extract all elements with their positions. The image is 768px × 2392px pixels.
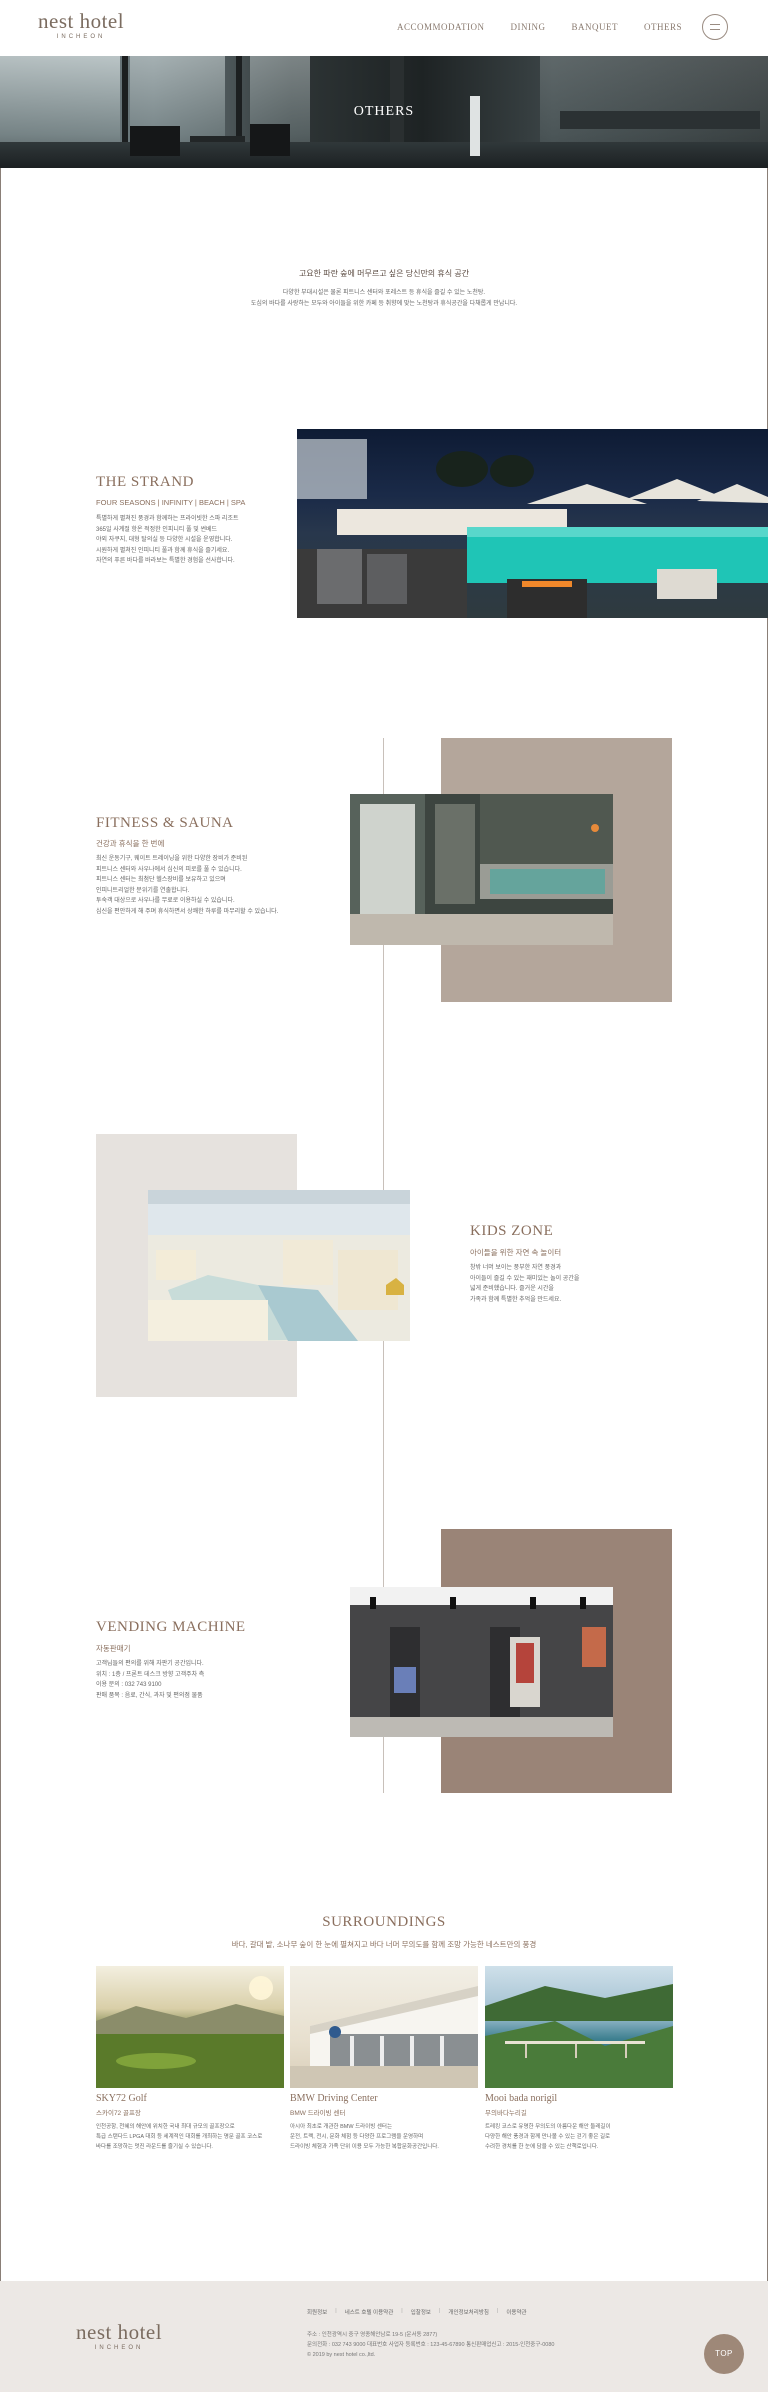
fitness-title: FITNESS & SAUNA xyxy=(96,815,234,831)
mooi-title: Mooi bada norigil xyxy=(485,2093,558,2104)
nav-accommodation[interactable]: ACCOMMODATION xyxy=(397,22,485,32)
main-nav: ACCOMMODATION DINING BANQUET OTHERS xyxy=(397,22,682,32)
scroll-top-button[interactable]: TOP xyxy=(704,2334,744,2374)
vending-subtitle: 자동판매기 xyxy=(96,1644,131,1653)
footer-logo[interactable]: nest hotel INCHEON xyxy=(76,2321,162,2351)
golf-photo xyxy=(96,1966,284,2088)
footer-link-separator: | xyxy=(401,2308,403,2314)
surroundings-subtitle: 바다, 갈대 밭, 소나무 숲이 한 눈에 펼쳐지고 바다 너머 무의도를 함께… xyxy=(231,1940,537,1949)
surrounding-card-golf[interactable]: SKY72 Golf 스카이72 골프장 인천공항, 천혜의 해안에 위치한 국… xyxy=(96,1966,284,2152)
hamburger-menu-icon[interactable] xyxy=(702,14,728,40)
nav-others[interactable]: OTHERS xyxy=(644,22,682,32)
logo[interactable]: nest hotel INCHEON xyxy=(38,10,124,40)
golf-subtitle: 스카이72 골프장 xyxy=(96,2110,141,2117)
intro-line: 도심의 바다를 사랑하는 모두와 아이들을 위한 카페 등 취향에 맞는 노천탕… xyxy=(250,301,518,307)
intro-title: 고요한 파란 숲에 머무르고 싶은 당신만의 휴식 공간 xyxy=(298,269,470,278)
surrounding-card-bmw[interactable]: BMW Driving Center BMW 드라이빙 센터 아시아 최초로 개… xyxy=(290,1966,478,2152)
kids-zone-photo xyxy=(148,1190,410,1341)
bmw-description: 아시아 최초로 개관한 BMW 드라이빙 센터는 운전, 트랙, 전시, 문화 … xyxy=(290,2124,439,2150)
kids-description: 창밖 너머 보이는 풍부한 자연 풍경과 아이들이 즐길 수 있는 재미있는 놀… xyxy=(470,1265,580,1303)
fitness-subtitle: 건강과 휴식을 한 번에 xyxy=(96,839,165,848)
kids-subtitle: 아이들을 위한 자연 속 놀이터 xyxy=(470,1248,562,1257)
site-header: nest hotel INCHEON ACCOMMODATION DINING … xyxy=(0,0,768,57)
golf-title: SKY72 Golf xyxy=(96,2093,147,2104)
mooi-trail-photo xyxy=(485,1966,673,2088)
footer-link-separator: | xyxy=(496,2308,499,2314)
bmw-title: BMW Driving Center xyxy=(290,2093,378,2104)
logo-text: nest hotel xyxy=(38,9,125,33)
intro-section: 고요한 파란 숲에 머무르고 싶은 당신만의 휴식 공간 다양한 부대시설은 물… xyxy=(0,268,768,310)
strand-description: 특별하게 펼쳐진 풍경과 함께하는 프라이빗한 스파 리조트 365일 사계절 … xyxy=(96,516,239,564)
strand-photo xyxy=(297,429,768,618)
site-footer: nest hotel INCHEON 회원정보 | 네스트 호텔 이용약관 | … xyxy=(0,2281,768,2392)
footer-logo-subtext: INCHEON xyxy=(94,2345,144,2351)
nav-banquet[interactable]: BANQUET xyxy=(571,22,618,32)
mooi-subtitle: 무의바다누리길 xyxy=(485,2110,527,2117)
hero-title: OTHERS xyxy=(353,104,415,119)
mooi-description: 트레킹 코스로 유명한 무의도의 아름다운 해안 둘레길이 다양한 해안 풍경과… xyxy=(485,2124,611,2150)
footer-link-bid[interactable]: 입찰정보 xyxy=(411,2308,431,2316)
intro-line: 다양한 부대시설은 물론 피트니스 센터와 포레스트 등 휴식을 즐길 수 있는… xyxy=(282,290,486,296)
strand-subtitle: FOUR SEASONS | INFINITY | BEACH | SPA xyxy=(96,498,246,507)
bmw-subtitle: BMW 드라이빙 센터 xyxy=(290,2110,346,2117)
footer-link-separator: | xyxy=(335,2308,337,2314)
footer-link-separator: | xyxy=(438,2308,441,2314)
kids-title: KIDS ZONE xyxy=(470,1223,554,1239)
logo-subtext: INCHEON xyxy=(56,34,106,40)
vending-machine-photo xyxy=(350,1587,613,1737)
nav-dining[interactable]: DINING xyxy=(510,22,545,32)
strand-title: THE STRAND xyxy=(96,474,194,490)
footer-link-terms-hotel[interactable]: 네스트 호텔 이용약관 xyxy=(345,2308,394,2316)
footer-logo-text: nest hotel xyxy=(76,2320,163,2344)
footer-link-terms[interactable]: 이용약관 xyxy=(506,2308,526,2316)
vending-title: VENDING MACHINE xyxy=(96,1619,246,1635)
surrounding-card-mooi[interactable]: Mooi bada norigil 무의바다누리길 트레킹 코스로 유명한 무의… xyxy=(485,1966,673,2152)
golf-description: 인천공항, 천혜의 해안에 위치한 국내 최대 규모의 골프장으로 특급 스탠다… xyxy=(96,2124,263,2150)
fitness-description: 최신 운동기구, 웨이트 트레이닝을 위한 다양한 장비가 준비된 피트니스 센… xyxy=(96,856,279,915)
footer-link-member[interactable]: 회원정보 xyxy=(307,2308,327,2316)
vending-description: 고객님들의 편의를 위해 자판기 공간입니다. 위치 : 1층 / 프론트 데스… xyxy=(96,1661,205,1699)
hero-banner: OTHERS xyxy=(0,56,768,168)
footer-company-info: 주소 : 인천광역시 중구 영종해안남로 19-5 (운서동 2877) 문의전… xyxy=(307,2332,555,2358)
footer-links: 회원정보 | 네스트 호텔 이용약관 | 입찰정보 | 개인정보처리방침 | 이… xyxy=(307,2308,527,2316)
surroundings-title: SURROUNDINGS xyxy=(322,1914,446,1930)
footer-link-privacy[interactable]: 개인정보처리방침 xyxy=(448,2308,488,2316)
bmw-center-photo xyxy=(290,1966,478,2088)
fitness-sauna-photo xyxy=(350,794,613,945)
